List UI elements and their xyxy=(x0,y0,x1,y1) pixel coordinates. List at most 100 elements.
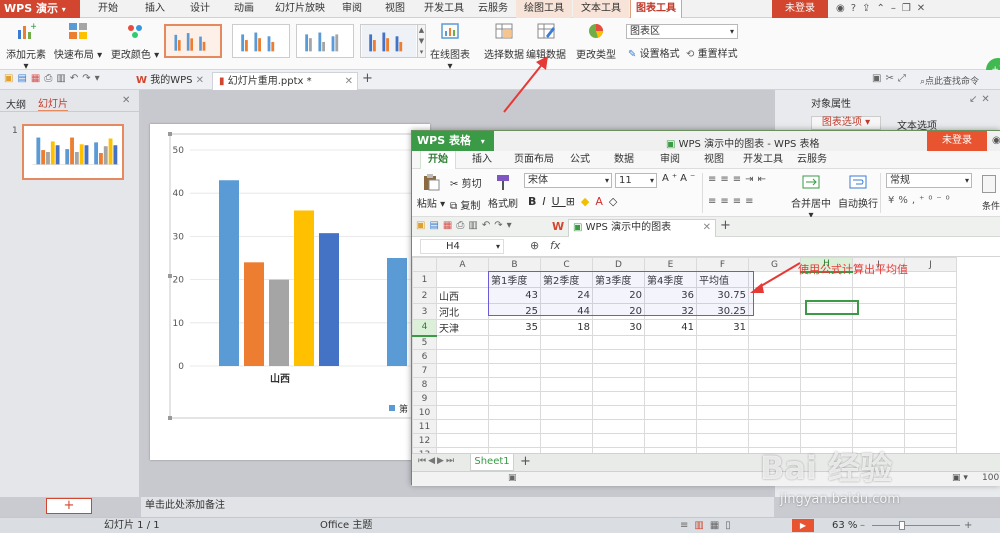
name-box[interactable]: H4 ▾ xyxy=(420,239,504,254)
cell-A2[interactable]: 山西 xyxy=(436,287,489,304)
ss-font-grow-shrink[interactable]: A⁺A⁻ xyxy=(662,173,698,184)
cell-B9[interactable] xyxy=(488,391,541,406)
fx-icon[interactable]: fx xyxy=(550,239,560,252)
cell-F7[interactable] xyxy=(696,363,749,378)
cell-A7[interactable] xyxy=(436,363,489,378)
ss-tab-formula[interactable]: 公式 xyxy=(562,151,598,169)
cell-H6[interactable] xyxy=(800,349,853,364)
cell-E2[interactable]: 36 xyxy=(644,287,697,304)
quick-layout-button[interactable]: 快速布局 ▾ xyxy=(52,22,104,61)
cell-B8[interactable] xyxy=(488,377,541,392)
doc-toolbar-icons[interactable]: ▣✂⤢ xyxy=(872,73,910,84)
ss-quick-access[interactable]: ▣▤▦⎙▥↶↷▾ xyxy=(416,220,516,231)
tools-icon[interactable]: ✂ xyxy=(885,73,897,84)
pdf-icon[interactable]: ▦ xyxy=(443,220,456,231)
thousands-icon[interactable]: , xyxy=(912,195,919,206)
reading-view-icon[interactable]: ▯ xyxy=(725,520,737,531)
cell-D2[interactable]: 20 xyxy=(592,287,645,304)
ss-paste-button[interactable]: 粘贴 ▾ xyxy=(416,173,446,210)
cell-I8[interactable] xyxy=(852,377,905,392)
cell-J3[interactable] xyxy=(904,303,957,320)
cell-F9[interactable] xyxy=(696,391,749,406)
chart-style-2[interactable] xyxy=(232,24,290,58)
ss-tab-view[interactable]: 视图 xyxy=(696,151,732,169)
chart-element-select[interactable]: 图表区 ▾ xyxy=(626,24,738,39)
distribute-icon[interactable]: ≡ xyxy=(745,196,757,207)
row-header-10[interactable]: 10 xyxy=(412,405,437,420)
zoom-in-icon[interactable]: + xyxy=(964,518,972,533)
ss-tab-developer[interactable]: 开发工具 xyxy=(738,151,788,169)
row-header-9[interactable]: 9 xyxy=(412,391,437,406)
cell-H9[interactable] xyxy=(800,391,853,406)
chart-handle[interactable] xyxy=(168,416,172,420)
column-header-A[interactable]: A xyxy=(436,257,489,272)
align-bottom-icon[interactable]: ≡ xyxy=(733,174,745,185)
ss-copy-button[interactable]: ⧉ 复制 xyxy=(450,197,480,212)
cell-G3[interactable] xyxy=(748,303,801,320)
currency-icon[interactable]: ¥ xyxy=(888,195,898,206)
cell-A11[interactable] xyxy=(436,419,489,434)
ss-tab-data[interactable]: 数据 xyxy=(606,151,642,169)
tab-slides[interactable]: 幻灯片 xyxy=(38,95,68,112)
ss-more-icon[interactable]: ◉ xyxy=(992,135,1000,146)
cell-D9[interactable] xyxy=(592,391,645,406)
cell-E3[interactable]: 32 xyxy=(644,303,697,320)
cell-H4[interactable] xyxy=(800,319,853,336)
cell-I4[interactable] xyxy=(852,319,905,336)
fill-color-icon[interactable]: ◆ xyxy=(581,195,595,208)
skin-icon[interactable]: ◉ xyxy=(836,3,851,14)
tab-insert[interactable]: 插入 xyxy=(135,0,175,18)
pin-icon[interactable]: ↙ xyxy=(969,94,981,105)
cell-J11[interactable] xyxy=(904,419,957,434)
select-all-corner[interactable] xyxy=(412,257,437,272)
tab-drawing-tools[interactable]: 绘图工具 xyxy=(516,0,572,18)
cell-H2[interactable] xyxy=(800,287,853,304)
row-header-3[interactable]: 3 xyxy=(412,303,437,320)
next-sheet-icon[interactable]: ▶ xyxy=(437,456,446,466)
cell-G11[interactable] xyxy=(748,419,801,434)
cell-F10[interactable] xyxy=(696,405,749,420)
cell-D8[interactable] xyxy=(592,377,645,392)
cell-A6[interactable] xyxy=(436,349,489,364)
cell-H10[interactable] xyxy=(800,405,853,420)
cell-B10[interactable] xyxy=(488,405,541,420)
cell-C5[interactable] xyxy=(540,335,593,350)
tab-design[interactable]: 设计 xyxy=(180,0,220,18)
command-search[interactable]: ⌕点此查找命令 xyxy=(920,74,979,87)
notes-area[interactable]: 单击此处添加备注 xyxy=(141,497,774,517)
cell-G6[interactable] xyxy=(748,349,801,364)
add-element-button[interactable]: + 添加元素 ▾ xyxy=(4,22,48,72)
cell-I7[interactable] xyxy=(852,363,905,378)
ss-number-buttons[interactable]: ¥%,⁺⁰⁻⁰ xyxy=(888,195,954,206)
cell-C9[interactable] xyxy=(540,391,593,406)
more-icon[interactable]: ▾ xyxy=(507,220,516,231)
prev-sheet-icon[interactable]: ◀ xyxy=(428,456,437,466)
normal-view-icon[interactable]: ▥ xyxy=(694,520,709,531)
close-tab-icon[interactable]: ✕ xyxy=(345,73,353,90)
sorter-view-icon[interactable]: ▦ xyxy=(710,520,725,531)
align-top-icon[interactable]: ≡ xyxy=(708,174,720,185)
font-grow-icon[interactable]: A⁺ xyxy=(662,173,680,184)
cell-J10[interactable] xyxy=(904,405,957,420)
close-panel-icon[interactable]: ✕ xyxy=(122,95,130,106)
column-header-F[interactable]: F xyxy=(696,257,749,272)
bar-山西-s2[interactable] xyxy=(244,262,264,366)
ss-tab-cloud[interactable]: 云服务 xyxy=(792,151,832,169)
ss-merge-center-button[interactable]: 合并居中 ▾ xyxy=(788,173,834,221)
align-left-icon[interactable]: ≡ xyxy=(708,196,720,207)
clear-format-icon[interactable]: ◇ xyxy=(609,195,623,208)
view-buttons[interactable]: ≡▥▦▯ xyxy=(680,518,737,533)
ss-align-top-row[interactable]: ≡≡≡⇥⇤ xyxy=(708,174,770,185)
save-icon[interactable]: ▤ xyxy=(17,73,30,84)
undo-icon[interactable]: ↶ xyxy=(70,73,82,84)
cell-A3[interactable]: 河北 xyxy=(436,303,489,320)
tab-home[interactable]: 开始 xyxy=(88,0,128,18)
cell-B2[interactable]: 43 xyxy=(488,287,541,304)
style-gallery-scroll[interactable]: ▲ ▼ ▾ xyxy=(417,24,426,58)
sheet-tab-sheet1[interactable]: Sheet1 xyxy=(470,454,514,471)
ss-size-select[interactable]: 11 ▾ xyxy=(615,173,657,188)
row-header-8[interactable]: 8 xyxy=(412,377,437,392)
cell-B7[interactable] xyxy=(488,363,541,378)
cell-B12[interactable] xyxy=(488,433,541,448)
outdent-icon[interactable]: ⇤ xyxy=(758,174,770,185)
